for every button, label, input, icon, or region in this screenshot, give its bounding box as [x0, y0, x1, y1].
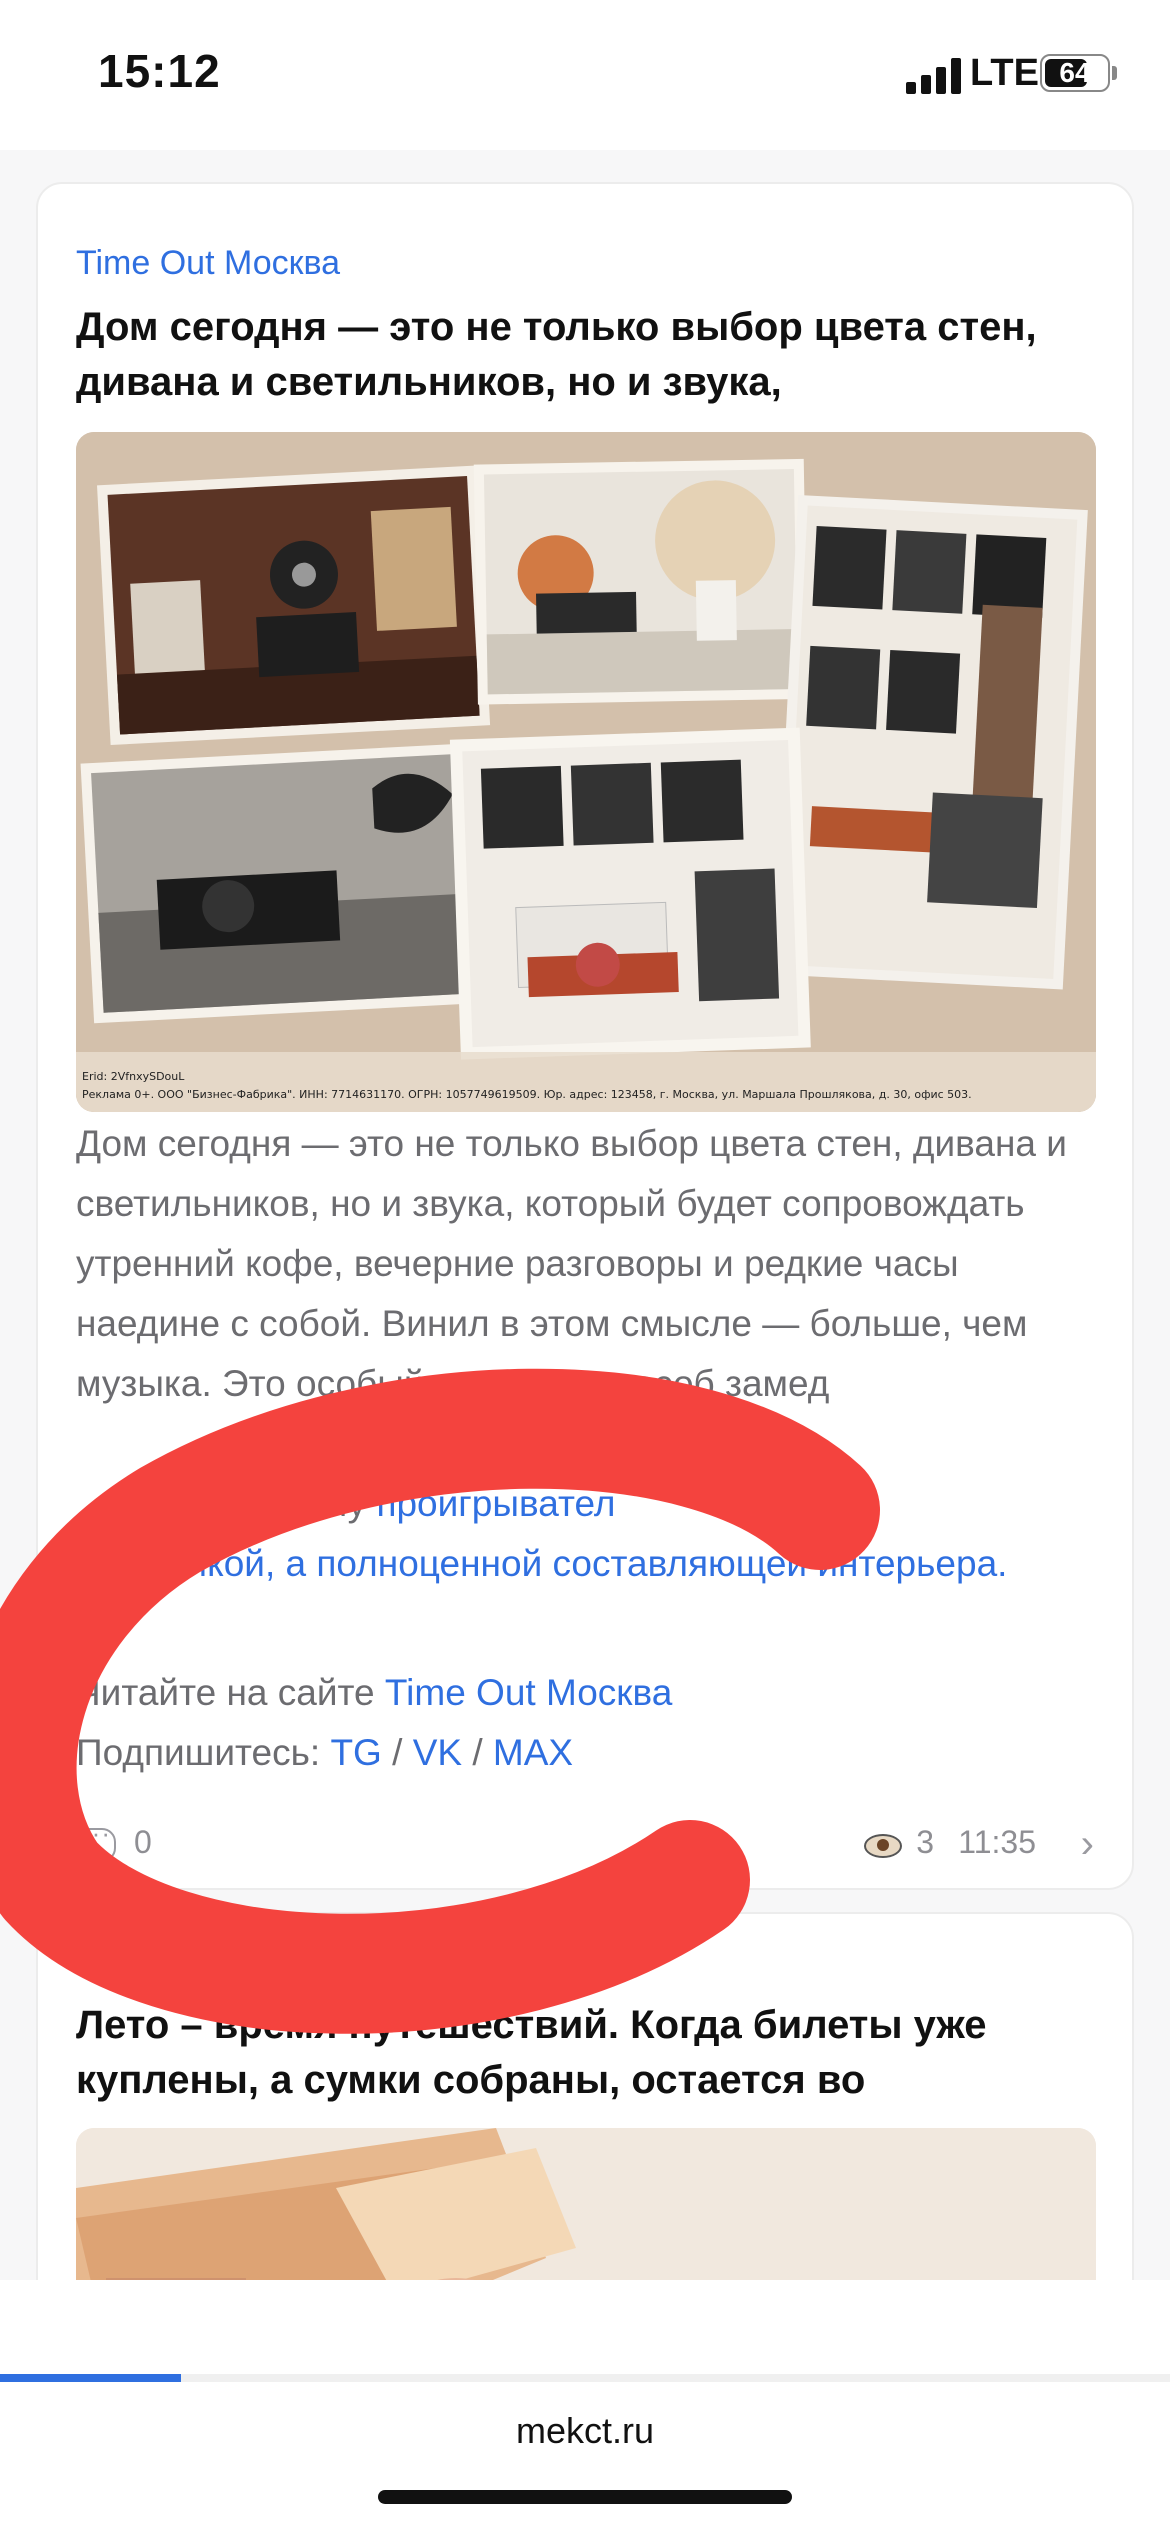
news-source-link[interactable]: Time Out [76, 1940, 215, 1979]
article-body-text-3: поэтому [226, 1483, 367, 1524]
news-headline[interactable]: Лето – время путешествий. Когда билеты у… [76, 1998, 1096, 2108]
subscribe-max-link[interactable]: MAX [493, 1732, 573, 1773]
news-image[interactable] [76, 2128, 1096, 2280]
read-on-site-label: Читайте на сайте [76, 1672, 375, 1713]
article-inline-link[interactable]: проигрывател [376, 1483, 615, 1524]
view-count: 3 [916, 1824, 934, 1860]
image-erid: Erid: 2VfnxySDouL [82, 1070, 185, 1083]
read-on-site-link[interactable]: Time Out Москва [385, 1672, 672, 1713]
battery-tip [1112, 66, 1117, 80]
news-headline[interactable]: Дом сегодня — это не только выбор цвета … [76, 300, 1096, 410]
post-time: 11:35 [958, 1824, 1036, 1860]
status-bar: 15:12 LTE 64 [0, 0, 1170, 150]
chevron-right-icon[interactable]: › [1081, 1822, 1094, 1867]
news-feed[interactable]: Time Out Москва Дом сегодня — это не тол… [0, 150, 1170, 2280]
post-footer: 0 3 11:35 › [76, 1818, 1094, 1874]
eye-icon [864, 1834, 902, 1858]
subscribe-separator: / [392, 1732, 403, 1773]
article-inline-link-3[interactable]: никой, а полноценной составляющей интерь… [166, 1543, 1007, 1584]
travel-photo-illustration [76, 2128, 1096, 2280]
comment-count[interactable]: 0 [134, 1824, 152, 1861]
address-bar-domain[interactable]: mekct.ru [0, 2410, 1170, 2452]
page-load-progress [0, 2374, 1170, 2382]
article-body-text-2: полиса. И [416, 1423, 585, 1464]
browser-bottom-bar: mekct.ru [0, 2280, 1170, 2532]
news-card[interactable]: Time Out Лето – время путешествий. Когда… [36, 1912, 1134, 2280]
network-type: LTE [970, 52, 1039, 94]
battery-level: 64 [1059, 57, 1091, 88]
comment-icon[interactable] [76, 1818, 116, 1862]
subscribe-line: Подпишитесь: TG / VK / MAX [76, 1732, 573, 1774]
page-load-progress-fill [0, 2374, 182, 2382]
status-time: 15:12 [98, 45, 221, 97]
news-source-link[interactable]: Time Out Москва [76, 244, 340, 283]
vinyl-collage-illustration: Erid: 2VfnxySDouL Реклама 0+. ООО "Бизне… [76, 432, 1096, 1112]
subscribe-vk-link[interactable]: VK [413, 1732, 462, 1773]
news-image[interactable]: Erid: 2VfnxySDouL Реклама 0+. ООО "Бизне… [76, 432, 1096, 1112]
news-card[interactable]: Time Out Москва Дом сегодня — это не тол… [36, 182, 1134, 1890]
battery-icon: 64 [1040, 54, 1110, 92]
article-inline-link-2[interactable]: тся не [735, 1483, 841, 1524]
home-indicator[interactable] [378, 2490, 792, 2504]
read-on-site-line: Читайте на сайте Time Out Москва [76, 1672, 672, 1714]
signal-strength-icon [906, 56, 962, 94]
image-ad-disclaimer: Реклама 0+. ООО "Бизнес-Фабрика". ИНН: 7… [82, 1088, 972, 1101]
article-body: Дом сегодня — это не только выбор цвета … [76, 1114, 1106, 1594]
subscribe-label: Подпишитесь: [76, 1732, 321, 1773]
article-body-text: Дом сегодня — это не только выбор цвета … [76, 1123, 1067, 1404]
subscribe-tg-link[interactable]: TG [330, 1732, 381, 1773]
subscribe-separator: / [472, 1732, 483, 1773]
